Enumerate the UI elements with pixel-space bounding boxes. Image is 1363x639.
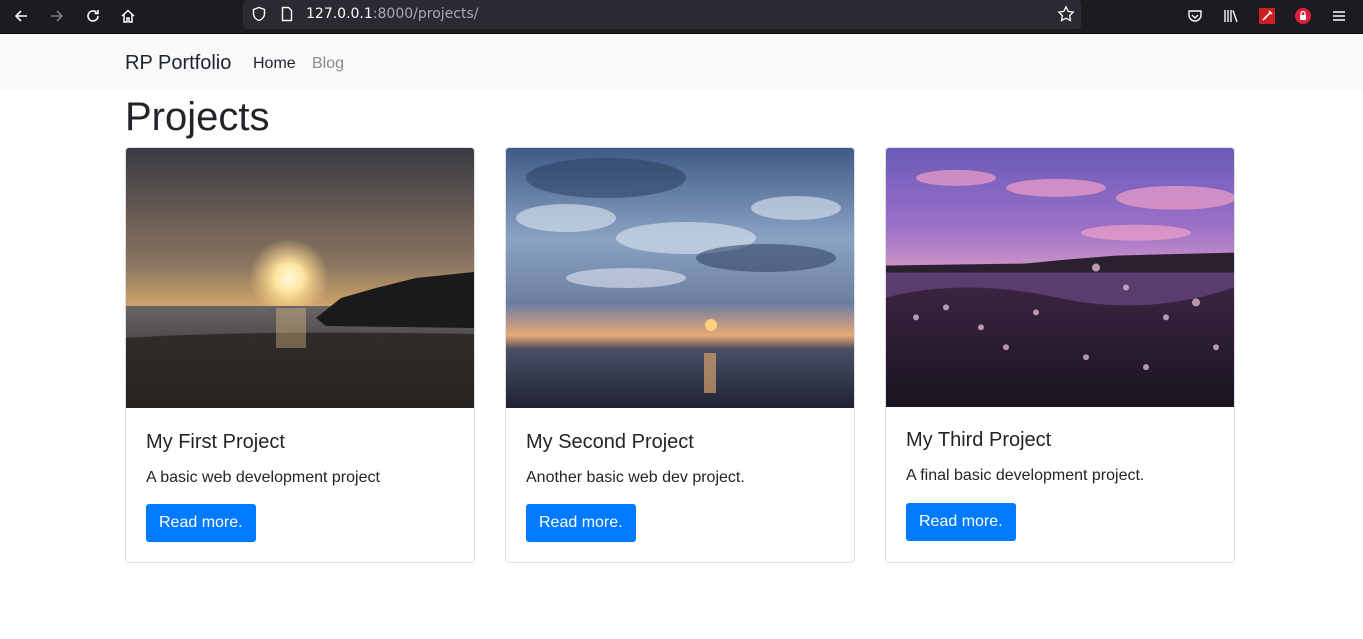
site-navbar: RP Portfolio Home Blog bbox=[0, 34, 1363, 90]
pocket-icon[interactable] bbox=[1180, 2, 1210, 30]
page-title: Projects bbox=[125, 95, 270, 139]
read-more-button[interactable]: Read more. bbox=[146, 504, 256, 542]
back-arrow-icon[interactable] bbox=[6, 2, 36, 30]
read-more-button[interactable]: Read more. bbox=[906, 503, 1016, 541]
project-title: My First Project bbox=[146, 431, 285, 453]
project-title: My Third Project bbox=[906, 429, 1052, 451]
project-card-2: My Second Project Another basic web dev … bbox=[505, 147, 855, 563]
brand-link[interactable]: RP Portfolio bbox=[125, 52, 231, 75]
page-icon[interactable] bbox=[279, 6, 295, 27]
nav-home-link[interactable]: Home bbox=[253, 55, 296, 73]
bookmark-star-icon[interactable] bbox=[1057, 5, 1075, 28]
menu-icon[interactable] bbox=[1324, 2, 1354, 30]
project-card-1: My First Project A basic web development… bbox=[125, 147, 475, 563]
read-more-button[interactable]: Read more. bbox=[526, 504, 636, 542]
project-title: My Second Project bbox=[526, 431, 694, 453]
home-icon[interactable] bbox=[113, 2, 143, 30]
browser-toolbar: 127.0.0.1:8000/projects/ bbox=[0, 0, 1363, 34]
extension-red-icon[interactable] bbox=[1252, 2, 1282, 30]
nav-blog-link[interactable]: Blog bbox=[312, 55, 344, 73]
project-description: A basic web development project bbox=[146, 469, 380, 486]
url-path: :8000/projects/ bbox=[372, 6, 479, 22]
shield-icon[interactable] bbox=[251, 6, 267, 27]
library-icon[interactable] bbox=[1216, 2, 1246, 30]
project-image-cloudy-sunset bbox=[506, 148, 854, 408]
project-card-3: My Third Project A final basic developme… bbox=[885, 147, 1235, 563]
project-image-pink-sky-flowers bbox=[886, 148, 1234, 407]
project-description: A final basic development project. bbox=[906, 467, 1145, 484]
project-description: Another basic web dev project. bbox=[526, 469, 745, 486]
reload-icon[interactable] bbox=[78, 2, 108, 30]
project-image-sunset-beach bbox=[126, 148, 474, 408]
forward-arrow-icon[interactable] bbox=[42, 2, 72, 30]
url-text[interactable]: 127.0.0.1:8000/projects/ bbox=[306, 6, 478, 22]
extension-lock-icon[interactable] bbox=[1288, 2, 1318, 30]
url-host: 127.0.0.1 bbox=[306, 6, 373, 22]
